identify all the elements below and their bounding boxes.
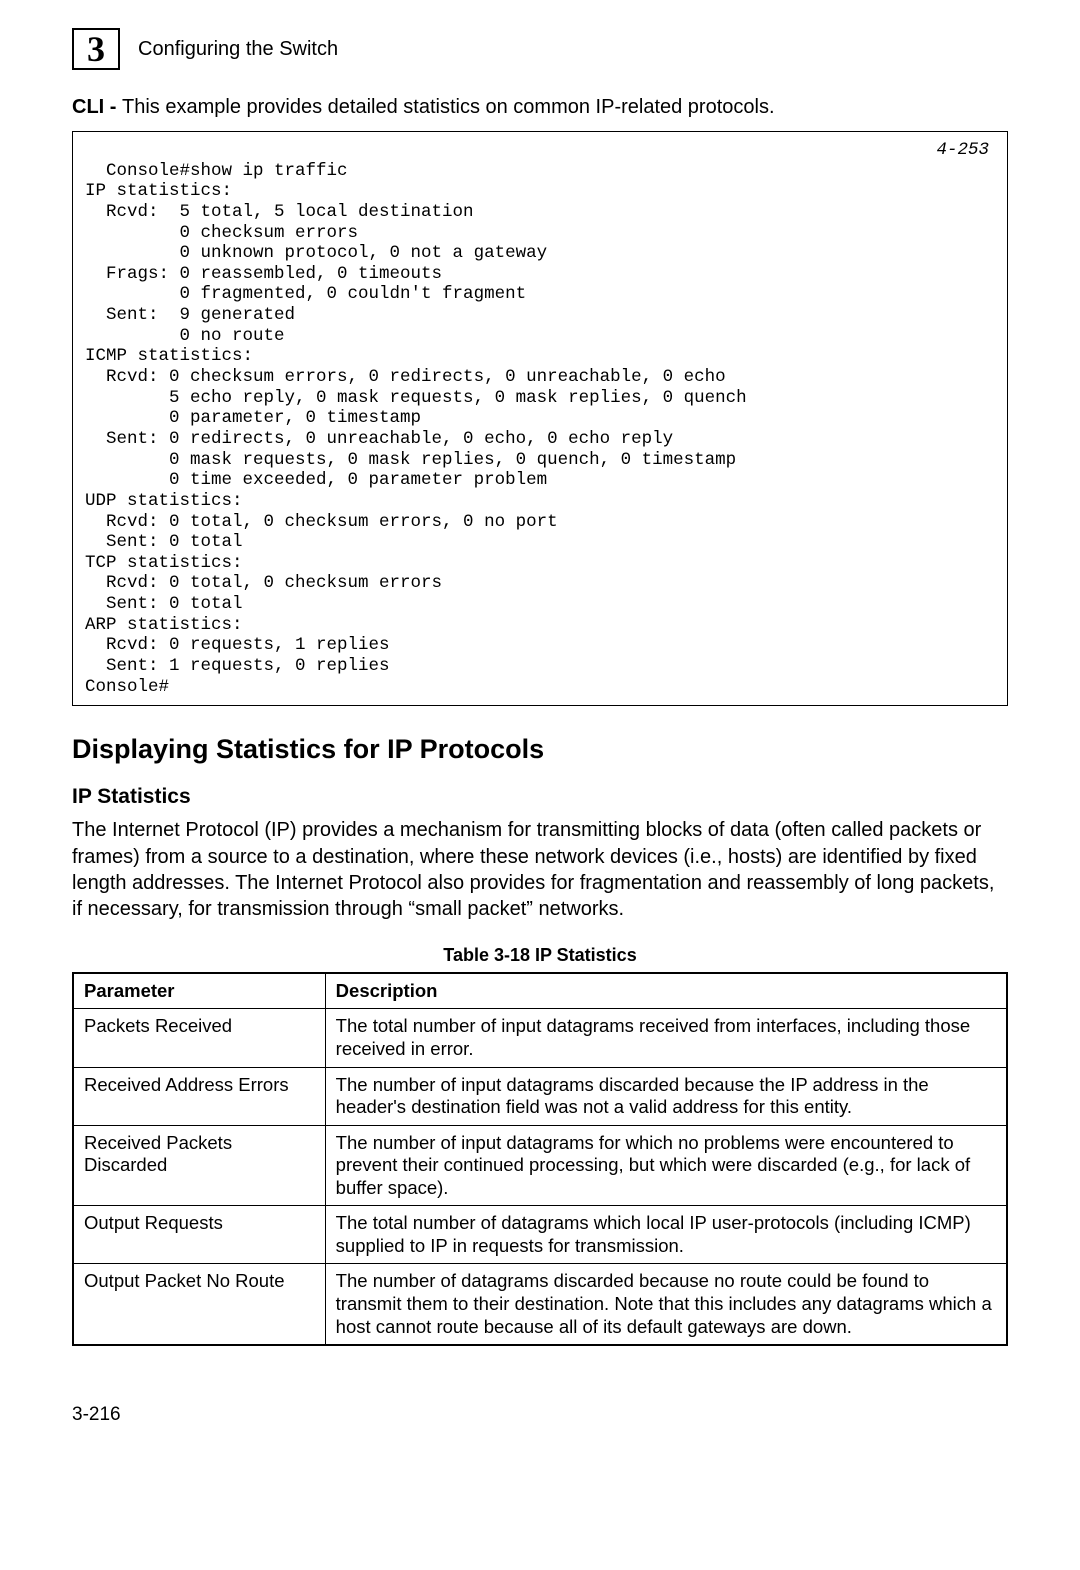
cell-parameter: Received Address Errors: [73, 1067, 325, 1125]
table-row: Packets Received The total number of inp…: [73, 1009, 1007, 1067]
cli-output-block: 4-253 Console#show ip traffic IP statisti…: [72, 131, 1008, 706]
chapter-badge: 3: [72, 28, 120, 70]
section-heading: Displaying Statistics for IP Protocols: [72, 734, 1008, 765]
table-caption: Table 3-18 IP Statistics: [72, 945, 1008, 966]
cli-body: Console#show ip traffic IP statistics: R…: [85, 161, 747, 697]
cell-parameter: Output Packet No Route: [73, 1264, 325, 1345]
cell-parameter: Packets Received: [73, 1009, 325, 1067]
cli-cross-ref: 4-253: [936, 140, 989, 161]
col-header-description: Description: [325, 973, 1007, 1009]
table-row: Received Address Errors The number of in…: [73, 1067, 1007, 1125]
table-row: Received Packets Discarded The number of…: [73, 1125, 1007, 1206]
intro-text: This example provides detailed statistic…: [122, 96, 775, 118]
table-header-row: Parameter Description: [73, 973, 1007, 1009]
page-number: 3-216: [72, 1404, 1008, 1426]
chapter-number: 3: [87, 31, 105, 67]
page-header: 3 Configuring the Switch: [72, 28, 1008, 70]
table-row: Output Packet No Route The number of dat…: [73, 1264, 1007, 1345]
cell-description: The total number of input datagrams rece…: [325, 1009, 1007, 1067]
section-paragraph: The Internet Protocol (IP) provides a me…: [72, 817, 1008, 923]
cell-description: The number of input datagrams for which …: [325, 1125, 1007, 1206]
section-subheading: IP Statistics: [72, 785, 1008, 809]
ip-statistics-table: Parameter Description Packets Received T…: [72, 972, 1008, 1346]
chapter-title: Configuring the Switch: [138, 38, 338, 61]
cell-description: The total number of datagrams which loca…: [325, 1206, 1007, 1264]
cli-label: CLI -: [72, 96, 122, 118]
table-row: Output Requests The total number of data…: [73, 1206, 1007, 1264]
col-header-parameter: Parameter: [73, 973, 325, 1009]
intro-paragraph: CLI - This example provides detailed sta…: [72, 94, 1008, 121]
cell-parameter: Received Packets Discarded: [73, 1125, 325, 1206]
cell-description: The number of datagrams discarded becaus…: [325, 1264, 1007, 1345]
cell-parameter: Output Requests: [73, 1206, 325, 1264]
cell-description: The number of input datagrams discarded …: [325, 1067, 1007, 1125]
